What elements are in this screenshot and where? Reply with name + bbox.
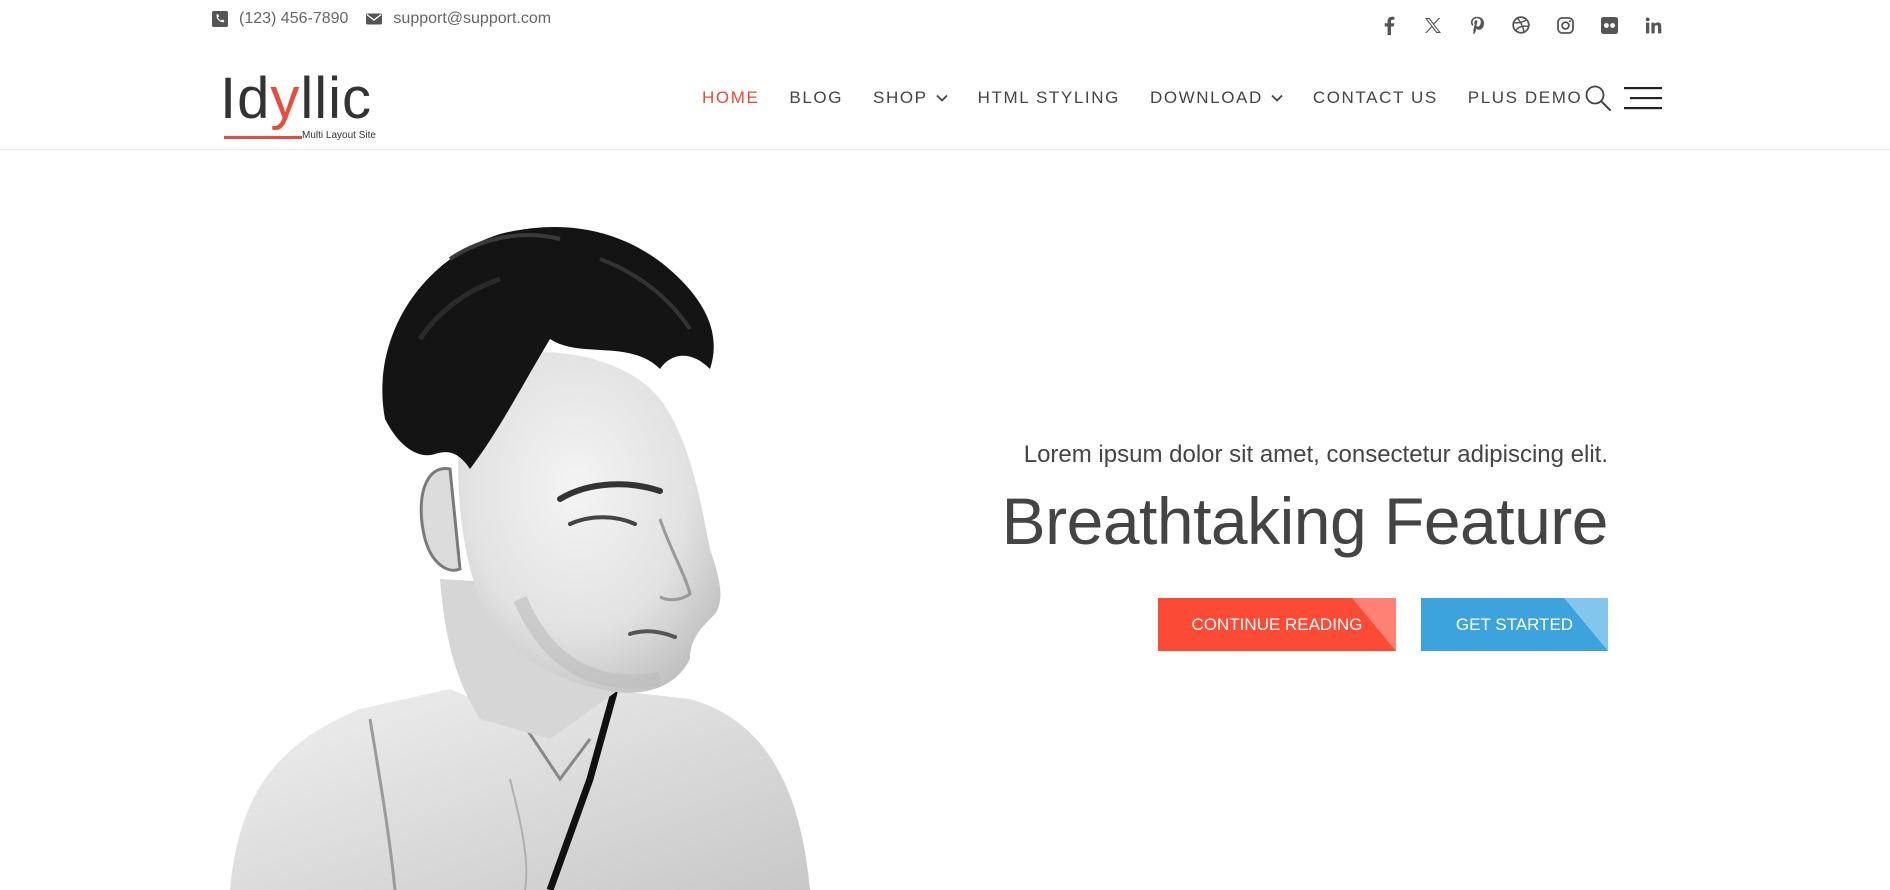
flickr-icon <box>1600 16 1618 34</box>
x-twitter-icon <box>1425 17 1441 33</box>
logo-tagline: Multi Layout Site <box>302 130 376 141</box>
phone-square-icon <box>212 11 228 27</box>
pinterest-icon <box>1470 16 1484 34</box>
hero-section: Lorem ipsum dolor sit amet, consectetur … <box>0 151 1890 890</box>
hero-subtitle: Lorem ipsum dolor sit amet, consectetur … <box>1023 441 1608 468</box>
logo-underline <box>224 136 302 139</box>
nav-item-contact-us[interactable]: CONTACT US <box>1313 88 1438 108</box>
dribbble-link[interactable] <box>1510 14 1532 36</box>
phone-number: (123) 456-7890 <box>239 10 349 27</box>
chevron-down-icon <box>1271 94 1283 102</box>
facebook-link[interactable] <box>1378 14 1400 36</box>
hero-title: Breathtaking Feature <box>1001 484 1609 558</box>
hero-buttons: CONTINUE READING GET STARTED <box>1158 598 1608 651</box>
nav-item-download[interactable]: DOWNLOAD <box>1150 88 1283 108</box>
nav-item-plus-demo[interactable]: PLUS DEMO <box>1468 88 1583 108</box>
continue-reading-button[interactable]: CONTINUE READING <box>1158 598 1396 651</box>
dribbble-icon <box>1512 16 1530 34</box>
flickr-link[interactable] <box>1598 14 1620 36</box>
linkedin-link[interactable] <box>1642 14 1664 36</box>
search-icon[interactable] <box>1584 84 1612 112</box>
site-header: Idyllic Multi Layout Site HOME BLOG SHOP… <box>0 50 1890 150</box>
site-logo[interactable]: Idyllic Multi Layout Site <box>220 64 390 141</box>
hero-text: Lorem ipsum dolor sit amet, consectetur … <box>1001 441 1609 559</box>
hamburger-menu-icon[interactable] <box>1624 86 1662 110</box>
email-address: support@support.com <box>393 10 552 27</box>
main-navigation: HOME BLOG SHOP HTML STYLING DOWNLOAD CON… <box>702 88 1582 108</box>
email-contact[interactable]: support@support.com <box>366 10 551 28</box>
contact-info: (123) 456-7890 support@support.com <box>212 10 569 28</box>
nav-item-html-styling[interactable]: HTML STYLING <box>978 88 1120 108</box>
x-twitter-link[interactable] <box>1422 14 1444 36</box>
social-links <box>1378 14 1664 36</box>
nav-item-shop[interactable]: SHOP <box>873 88 948 108</box>
top-bar: (123) 456-7890 support@support.com <box>0 0 1890 50</box>
hero-portrait-image <box>230 226 810 890</box>
nav-item-blog[interactable]: BLOG <box>789 88 843 108</box>
instagram-icon <box>1556 16 1574 34</box>
pinterest-link[interactable] <box>1466 14 1488 36</box>
chevron-down-icon <box>935 94 948 102</box>
envelope-icon <box>366 13 383 25</box>
logo-wordmark: Idyllic <box>220 66 373 131</box>
nav-item-home[interactable]: HOME <box>702 88 759 108</box>
linkedin-icon <box>1645 17 1661 33</box>
get-started-button[interactable]: GET STARTED <box>1421 598 1608 651</box>
facebook-icon <box>1384 16 1395 35</box>
phone-contact[interactable]: (123) 456-7890 <box>212 10 348 28</box>
instagram-link[interactable] <box>1554 14 1576 36</box>
